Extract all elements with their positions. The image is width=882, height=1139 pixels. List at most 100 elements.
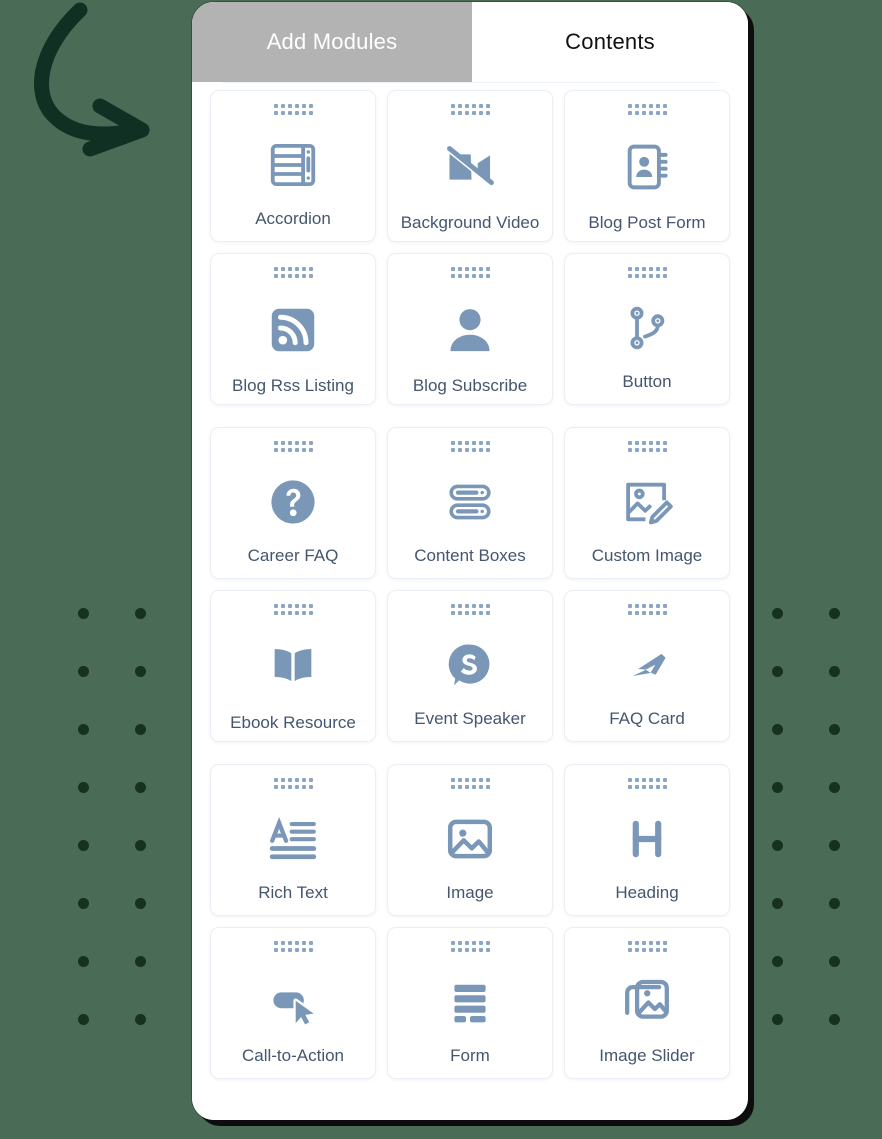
drag-handle-icon[interactable] (450, 941, 490, 952)
drag-handle-icon[interactable] (273, 941, 313, 952)
drag-handle-icon[interactable] (627, 941, 667, 952)
module-card-label: Image Slider (599, 1046, 695, 1065)
drag-handle-icon[interactable] (450, 267, 490, 278)
contact-book-icon (565, 121, 729, 213)
drag-handle-icon[interactable] (450, 604, 490, 615)
dot-grid-left (78, 608, 158, 1038)
drag-handle-icon[interactable] (627, 104, 667, 115)
drag-handle-icon[interactable] (450, 104, 490, 115)
decorative-dot (772, 782, 783, 793)
module-card-label: Blog Post Form (588, 213, 706, 232)
decorative-dot (135, 782, 146, 793)
decorative-dot (772, 840, 783, 851)
module-card-label: Ebook Resource (230, 713, 356, 732)
module-card-accordion[interactable]: Accordion (210, 90, 376, 242)
decorative-dot (135, 898, 146, 909)
speaker-s-badge-icon (388, 621, 552, 709)
drag-handle-icon[interactable] (627, 604, 667, 615)
module-card-blog-rss-listing[interactable]: Blog Rss Listing (210, 253, 376, 405)
module-grid-row: Rich Text Image Heading (210, 764, 730, 916)
decorative-dot (78, 782, 89, 793)
module-card-call-to-action[interactable]: Call-to-Action (210, 927, 376, 1079)
drag-handle-icon[interactable] (273, 778, 313, 789)
module-grid-row: Accordion Background Video Blog Post For… (210, 90, 730, 242)
module-card-form[interactable]: Form (387, 927, 553, 1079)
decorative-dot (772, 608, 783, 619)
module-card-rich-text[interactable]: Rich Text (210, 764, 376, 916)
module-card-background-video[interactable]: Background Video (387, 90, 553, 242)
rich-text-icon (211, 795, 375, 883)
module-card-label: Event Speaker (414, 709, 526, 728)
faq-arrow-icon (565, 621, 729, 709)
drag-handle-icon[interactable] (450, 778, 490, 789)
user-icon (388, 284, 552, 376)
module-card-faq-card[interactable]: FAQ Card (564, 590, 730, 742)
decorative-dot (78, 840, 89, 851)
module-card-label: Content Boxes (414, 546, 526, 565)
drag-handle-icon[interactable] (450, 441, 490, 452)
drag-handle-icon[interactable] (273, 604, 313, 615)
decorative-dot (135, 840, 146, 851)
accordion-icon (211, 121, 375, 209)
module-card-image[interactable]: Image (387, 764, 553, 916)
module-card-label: Call-to-Action (241, 1046, 345, 1065)
module-card-blog-post-form[interactable]: Blog Post Form (564, 90, 730, 242)
module-card-label: Career FAQ (247, 546, 339, 565)
decorative-dot (829, 1014, 840, 1025)
module-grid-scroll-area[interactable]: Accordion Background Video Blog Post For… (192, 82, 748, 1120)
module-card-custom-image[interactable]: Custom Image (564, 427, 730, 579)
module-card-label: FAQ Card (609, 709, 685, 728)
video-off-icon (388, 121, 552, 213)
decorative-dot (772, 956, 783, 967)
decorative-dot (829, 782, 840, 793)
drag-handle-icon[interactable] (627, 267, 667, 278)
decorative-dot (135, 956, 146, 967)
decorative-dot (829, 840, 840, 851)
question-circle-icon (211, 458, 375, 546)
drag-handle-icon[interactable] (627, 778, 667, 789)
module-card-image-slider[interactable]: Image Slider (564, 927, 730, 1079)
decorative-dot (829, 956, 840, 967)
drag-handle-icon[interactable] (273, 267, 313, 278)
tab-contents[interactable]: Contents (472, 2, 748, 82)
decorative-dot (78, 666, 89, 677)
decorative-dot (829, 724, 840, 735)
module-card-label: Blog Rss Listing (232, 376, 354, 395)
image-edit-icon (565, 458, 729, 546)
module-card-ebook-resource[interactable]: Ebook Resource (210, 590, 376, 742)
tab-add-modules[interactable]: Add Modules (192, 2, 472, 82)
module-card-label: Form (450, 1046, 490, 1065)
module-grid-row: Call-to-Action Form Image Slider (210, 927, 730, 1079)
image-icon (388, 795, 552, 883)
image-slider-icon (565, 958, 729, 1046)
panel-tabbar: Add Modules Contents (192, 2, 748, 82)
rss-feed-icon (211, 284, 375, 376)
module-card-label: Image (446, 883, 494, 902)
module-card-label: Background Video (400, 213, 540, 232)
module-card-event-speaker[interactable]: Event Speaker (387, 590, 553, 742)
drag-handle-icon[interactable] (627, 441, 667, 452)
curved-pointer-arrow (18, 2, 178, 172)
module-card-career-faq[interactable]: Career FAQ (210, 427, 376, 579)
module-card-blog-subscribe[interactable]: Blog Subscribe (387, 253, 553, 405)
decorative-dot (135, 608, 146, 619)
drag-handle-icon[interactable] (273, 441, 313, 452)
module-picker-panel: Add Modules Contents Accordion Backgroun… (192, 2, 748, 1120)
module-card-button[interactable]: Button (564, 253, 730, 405)
heading-h-icon (565, 795, 729, 883)
module-card-label: Accordion (255, 209, 331, 228)
dot-grid-right (772, 608, 852, 1038)
module-card-content-boxes[interactable]: Content Boxes (387, 427, 553, 579)
drag-handle-icon[interactable] (273, 104, 313, 115)
stacked-bars-icon (388, 458, 552, 546)
decorative-dot (829, 608, 840, 619)
decorative-dot (135, 1014, 146, 1025)
decorative-dot (78, 724, 89, 735)
module-card-heading[interactable]: Heading (564, 764, 730, 916)
decorative-dot (78, 608, 89, 619)
decorative-dot (829, 666, 840, 677)
cta-cursor-icon (211, 958, 375, 1046)
open-book-icon (211, 621, 375, 713)
module-card-label: Rich Text (258, 883, 328, 902)
decorative-dot (829, 898, 840, 909)
